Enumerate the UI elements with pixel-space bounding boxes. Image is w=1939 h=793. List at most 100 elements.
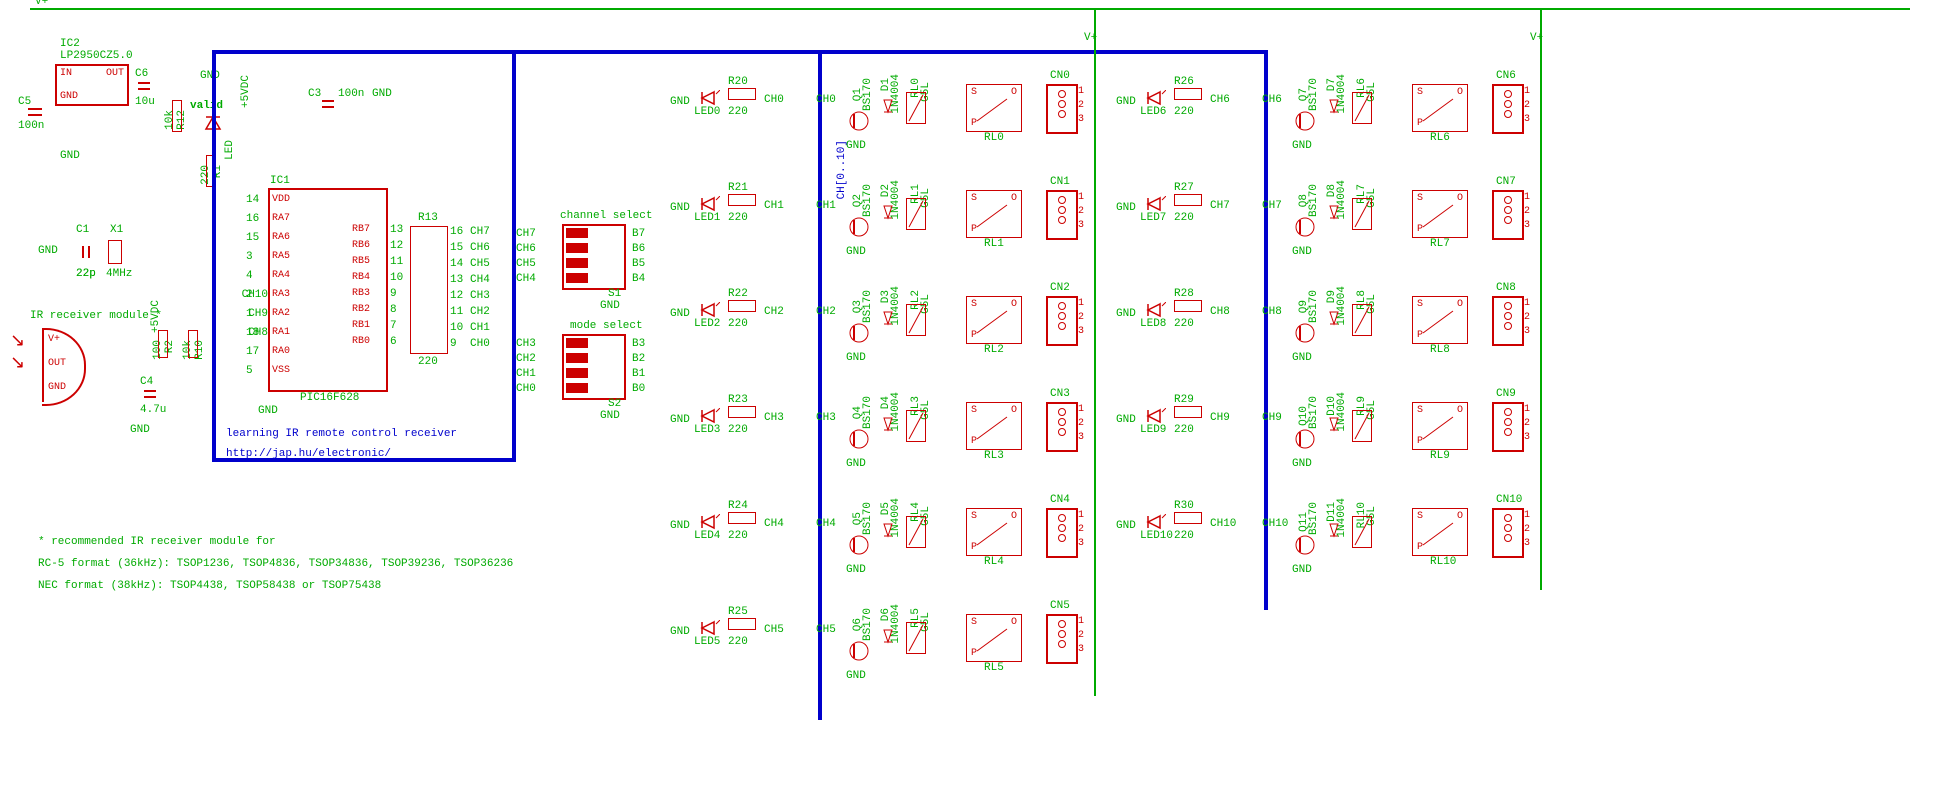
ic1-left-num-6: 1 — [246, 308, 253, 320]
c5-val: 100n — [18, 120, 44, 132]
r13-body — [410, 226, 448, 354]
msel-title: mode select — [570, 320, 643, 332]
ic1-left-name-1: RA7 — [272, 213, 290, 224]
ic1-right-name-1: RB6 — [352, 240, 370, 251]
ch7-cn-ref: CN7 — [1496, 176, 1516, 188]
ch2-q-part: BS170 — [862, 290, 874, 323]
ch5-q-sym — [848, 640, 870, 666]
ch9-cn-body — [1492, 402, 1524, 452]
ch8-rl-coil — [1352, 304, 1372, 336]
ch0-gnd1: GND — [670, 96, 690, 108]
ch6-q-sym — [1294, 110, 1316, 136]
chsel-sw-3 — [566, 273, 620, 283]
ch10-chlabel-b: CH10 — [1262, 518, 1288, 530]
ch1-r-val: 220 — [728, 212, 748, 224]
chsel-sw-1 — [566, 243, 620, 253]
r12-sym — [172, 100, 182, 132]
ic1-left-num-8: 17 — [246, 346, 259, 358]
ch9-r-val: 220 — [1174, 424, 1194, 436]
ch5-cn-ref: CN5 — [1050, 600, 1070, 612]
ic1-right-name-0: RB7 — [352, 224, 370, 235]
ch9-chlabel-a: CH9 — [1210, 412, 1230, 424]
ch10-rl-contact: S O P — [1412, 508, 1468, 556]
msel-sw-1 — [566, 353, 620, 363]
ch8-rl-ref2: RL8 — [1430, 344, 1450, 356]
ch2-r-ref: R22 — [728, 288, 748, 300]
bus-left — [212, 50, 216, 460]
ic2-part: LP2950CZ5.0 — [60, 50, 133, 62]
ir-vp: V+ — [48, 334, 60, 345]
r13-pin-6: 10 — [450, 322, 463, 334]
v5-label: +5VDC — [240, 75, 252, 108]
r13-pin-7: 9 — [450, 338, 457, 350]
msel-sw-0 — [566, 338, 620, 348]
ch0-r-val: 220 — [728, 106, 748, 118]
ch8-chlabel-a: CH8 — [1210, 306, 1230, 318]
msel-bit-2: B1 — [632, 368, 645, 380]
ch2-led-ref: LED2 — [694, 318, 720, 330]
chsel-bit-2: B5 — [632, 258, 645, 270]
c2-val: 22p — [76, 268, 96, 280]
ch3-gnd1: GND — [670, 414, 690, 426]
ch3-rl-ref2: RL3 — [984, 450, 1004, 462]
ic2-body: IN OUT GND — [55, 64, 129, 106]
ic1-left-name-7: RA1 — [272, 327, 290, 338]
chsel-bit-1: B6 — [632, 243, 645, 255]
ic2-ref: IC2 — [60, 38, 80, 50]
ic1-left-name-5: RA3 — [272, 289, 290, 300]
ch2-r-val: 220 — [728, 318, 748, 330]
msel-ref: S2 — [608, 398, 621, 410]
ch0-d-sym — [882, 98, 894, 122]
ch10-led-ref: LED10 — [1140, 530, 1173, 542]
ch4-gnd2: GND — [846, 564, 866, 576]
chsel-bit-0: B7 — [632, 228, 645, 240]
bus-mid — [512, 50, 516, 462]
c6-sym — [138, 82, 150, 90]
x1-sym — [108, 240, 122, 264]
r13-net-6: CH1 — [470, 322, 490, 334]
bus-top2 — [818, 50, 1268, 54]
ch6-chlabel-a: CH6 — [1210, 94, 1230, 106]
ch3-rl-coil — [906, 410, 926, 442]
ch5-chlabel-a: CH5 — [764, 624, 784, 636]
ic1-right-num-0: 13 — [390, 224, 403, 236]
ch3-gnd2: GND — [846, 458, 866, 470]
r13-pin-5: 11 — [450, 306, 463, 318]
ch1-d-sym — [882, 204, 894, 228]
ch1-r-ref: R21 — [728, 182, 748, 194]
r13-net-3: CH4 — [470, 274, 490, 286]
c3-ref: C3 — [308, 88, 321, 100]
ic1-left-name-6: RA2 — [272, 308, 290, 319]
vplus-r1: V+ — [1084, 32, 1097, 44]
msel-gnd: GND — [600, 410, 620, 422]
c4-sym — [144, 390, 156, 398]
ch0-q-sym — [848, 110, 870, 136]
channel-5: GND R25 LED5 220 CH5 CH5 Q6 BS170 GND D6… — [670, 598, 1120, 698]
ch9-gnd1: GND — [1116, 414, 1136, 426]
ch3-cn-ref: CN3 — [1050, 388, 1070, 400]
x1-val: 4MHz — [106, 268, 132, 280]
v5-2: +5VDC — [150, 300, 162, 333]
ic2-pin-out: OUT — [106, 68, 124, 79]
ch7-gnd1: GND — [1116, 202, 1136, 214]
project-title: learning IR remote control receiver — [226, 428, 457, 440]
ch4-rl-coil — [906, 516, 926, 548]
chsel-ref: S1 — [608, 288, 621, 300]
ic1-right-num-2: 11 — [390, 256, 403, 268]
vrail-col2 — [1540, 10, 1542, 590]
msel-bit-0: B3 — [632, 338, 645, 350]
ch2-cn-body — [1046, 296, 1078, 346]
ch1-q-part: BS170 — [862, 184, 874, 217]
ch3-r-sym — [728, 406, 756, 418]
ch1-rl-contact: S O P — [966, 190, 1022, 238]
note3: NEC format (38kHz): TSOP4438, TSOP58438 … — [38, 580, 381, 592]
ch5-led-ref: LED5 — [694, 636, 720, 648]
ch2-chlabel-b: CH2 — [816, 306, 836, 318]
gnd-reg: GND — [60, 150, 80, 162]
vplus-rail — [30, 8, 1910, 10]
c4-ref: C4 — [140, 376, 153, 388]
note2: RC-5 format (36kHz): TSOP1236, TSOP4836,… — [38, 558, 513, 570]
ch2-rl-coil — [906, 304, 926, 336]
c6-val: 10u — [135, 96, 155, 108]
ic1-left-num-0: 14 — [246, 194, 259, 206]
